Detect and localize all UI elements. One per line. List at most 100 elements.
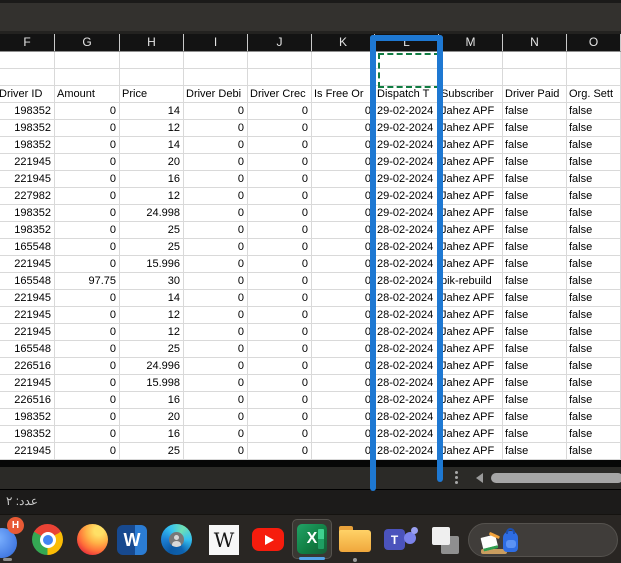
cell[interactable] — [55, 52, 120, 69]
cell[interactable]: 0 — [312, 120, 375, 137]
column-header-F[interactable]: F — [0, 34, 55, 51]
cell[interactable]: 198352 — [0, 409, 55, 426]
cell[interactable]: Amount — [55, 86, 120, 103]
cell[interactable]: 0 — [55, 426, 120, 443]
cell[interactable]: 165548 — [0, 273, 55, 290]
column-header-H[interactable]: H — [120, 34, 184, 51]
cell[interactable]: 29-02-2024 — [375, 103, 439, 120]
cell[interactable]: 28-02-2024 — [375, 307, 439, 324]
cell[interactable]: false — [503, 120, 567, 137]
cell[interactable]: 0 — [184, 409, 248, 426]
cell[interactable]: 0 — [248, 409, 312, 426]
cell[interactable]: 24.998 — [120, 205, 184, 222]
cell[interactable]: false — [567, 392, 621, 409]
cell[interactable]: 0 — [184, 137, 248, 154]
cell[interactable]: 0 — [184, 222, 248, 239]
cell[interactable]: false — [503, 375, 567, 392]
cell[interactable]: 0 — [184, 324, 248, 341]
cell[interactable] — [503, 69, 567, 86]
cell[interactable] — [120, 52, 184, 69]
cell[interactable]: 0 — [248, 273, 312, 290]
cell[interactable]: 28-02-2024 — [375, 375, 439, 392]
cell[interactable]: 0 — [184, 256, 248, 273]
cell[interactable]: 0 — [248, 120, 312, 137]
cell[interactable]: 28-02-2024 — [375, 358, 439, 375]
cell[interactable]: false — [567, 222, 621, 239]
cell[interactable]: 165548 — [0, 341, 55, 358]
cell[interactable]: false — [503, 137, 567, 154]
cell[interactable]: 0 — [184, 120, 248, 137]
firefox-icon[interactable] — [77, 524, 108, 555]
cell[interactable]: 14 — [120, 137, 184, 154]
cell[interactable]: 0 — [55, 392, 120, 409]
cell[interactable] — [248, 52, 312, 69]
cell[interactable]: 28-02-2024 — [375, 392, 439, 409]
cell[interactable]: 25 — [120, 239, 184, 256]
cell[interactable]: 0 — [184, 154, 248, 171]
cell[interactable]: Jahez APF — [439, 426, 503, 443]
cell[interactable]: false — [567, 409, 621, 426]
cell[interactable]: 14 — [120, 290, 184, 307]
cell[interactable]: 227982 — [0, 188, 55, 205]
cell[interactable]: 24.996 — [120, 358, 184, 375]
cell[interactable]: 226516 — [0, 358, 55, 375]
cell[interactable]: 0 — [55, 205, 120, 222]
cell[interactable] — [184, 52, 248, 69]
cell[interactable] — [439, 52, 503, 69]
cell[interactable]: 221945 — [0, 324, 55, 341]
cell[interactable] — [248, 69, 312, 86]
cell[interactable]: 0 — [184, 307, 248, 324]
cell[interactable]: 0 — [55, 341, 120, 358]
cell[interactable]: Jahez APF — [439, 120, 503, 137]
cell[interactable]: false — [503, 290, 567, 307]
cell[interactable]: 0 — [248, 239, 312, 256]
cell[interactable]: false — [567, 188, 621, 205]
sheet-splitter-handle[interactable] — [454, 471, 459, 485]
cell[interactable]: 16 — [120, 392, 184, 409]
cell[interactable]: 0 — [312, 324, 375, 341]
cell[interactable]: Dispatch T — [375, 86, 439, 103]
cell[interactable]: false — [503, 358, 567, 375]
cell[interactable]: false — [503, 222, 567, 239]
cell[interactable]: false — [567, 341, 621, 358]
cell[interactable]: 0 — [312, 171, 375, 188]
cell[interactable]: 0 — [312, 375, 375, 392]
cell[interactable]: 198352 — [0, 222, 55, 239]
overlap-windows-icon[interactable] — [429, 524, 461, 556]
cell[interactable]: 221945 — [0, 154, 55, 171]
cell[interactable]: 198352 — [0, 137, 55, 154]
cell[interactable]: 0 — [55, 409, 120, 426]
cell[interactable]: 0 — [248, 443, 312, 460]
cell[interactable]: Jahez APF — [439, 307, 503, 324]
cell[interactable] — [567, 52, 621, 69]
cell[interactable]: 29-02-2024 — [375, 154, 439, 171]
cell[interactable]: false — [503, 443, 567, 460]
cell[interactable]: 30 — [120, 273, 184, 290]
cell[interactable]: 0 — [184, 358, 248, 375]
cell[interactable]: 0 — [312, 205, 375, 222]
cell[interactable]: false — [503, 324, 567, 341]
cell[interactable] — [184, 69, 248, 86]
cell[interactable]: 29-02-2024 — [375, 120, 439, 137]
cell[interactable] — [567, 69, 621, 86]
cell[interactable]: 28-02-2024 — [375, 222, 439, 239]
cell[interactable]: Jahez APF — [439, 392, 503, 409]
cell[interactable]: 0 — [184, 341, 248, 358]
cell[interactable]: 0 — [312, 222, 375, 239]
cell[interactable]: 28-02-2024 — [375, 426, 439, 443]
cell[interactable]: 0 — [312, 137, 375, 154]
cell[interactable]: 0 — [312, 307, 375, 324]
horizontal-scrollbar-thumb[interactable] — [491, 473, 621, 483]
cell[interactable]: 0 — [55, 375, 120, 392]
cell[interactable]: Driver Debi — [184, 86, 248, 103]
cell[interactable]: 221945 — [0, 307, 55, 324]
cell[interactable]: false — [567, 137, 621, 154]
cell[interactable]: Jahez APF — [439, 171, 503, 188]
cell[interactable]: false — [503, 392, 567, 409]
cell[interactable]: 25 — [120, 443, 184, 460]
cell[interactable]: 28-02-2024 — [375, 256, 439, 273]
cell[interactable]: 0 — [312, 188, 375, 205]
cell[interactable]: Jahez APF — [439, 358, 503, 375]
cell[interactable]: 20 — [120, 154, 184, 171]
cell[interactable]: 0 — [248, 341, 312, 358]
